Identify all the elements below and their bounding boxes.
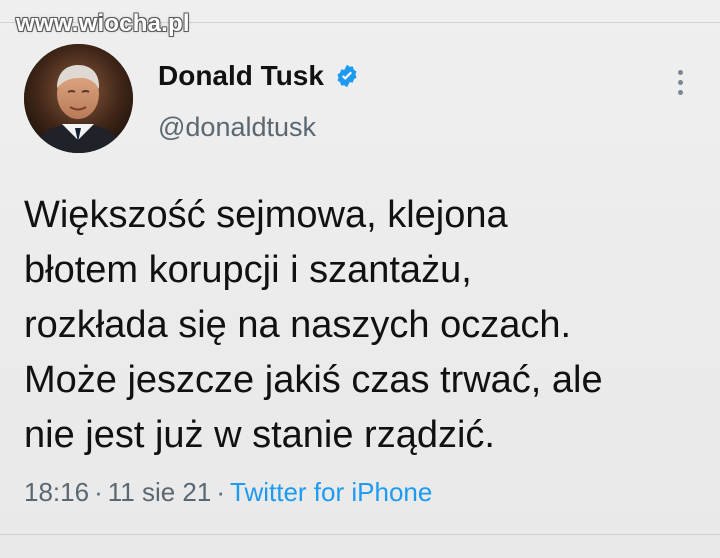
more-vertical-icon-dot [677,89,683,95]
display-name[interactable]: Donald Tusk [158,62,360,90]
tweet-line: Może jeszcze jakiś czas trwać, ale [24,359,603,401]
meta-separator: · [216,477,226,507]
watermark: www.wiocha.pl [16,10,190,37]
tweet-line: błotem korupcji i szantażu, [24,249,472,291]
tweet-line: rozkłada się na naszych oczach. [24,304,572,346]
tweet-screen: www.wiocha.pl Donald Tusk @donaldtusk Wi… [0,0,720,558]
more-vertical-icon-dot [677,79,683,85]
author-handle[interactable]: @donaldtusk [158,114,316,141]
tweet-line: nie jest już w stanie rządzić. [24,414,495,456]
tweet-time: 18:16 [24,477,90,507]
tweet-meta: 18:16 · 11 sie 21 · Twitter for iPhone [24,479,432,505]
avatar[interactable] [24,44,133,153]
bottom-divider [0,534,720,535]
tweet-line: Większość sejmowa, klejona [24,194,508,236]
more-vertical-icon [677,69,683,75]
tweet-date: 11 sie 21 [107,477,212,507]
author-name: Donald Tusk [158,60,324,91]
meta-separator: · [94,477,103,507]
more-options-button[interactable] [660,62,700,102]
tweet-text: Większość sejmowa, klejona błotem korupc… [24,188,704,463]
verified-badge-icon [334,63,360,89]
tweet-source-link[interactable]: Twitter for iPhone [230,477,432,507]
